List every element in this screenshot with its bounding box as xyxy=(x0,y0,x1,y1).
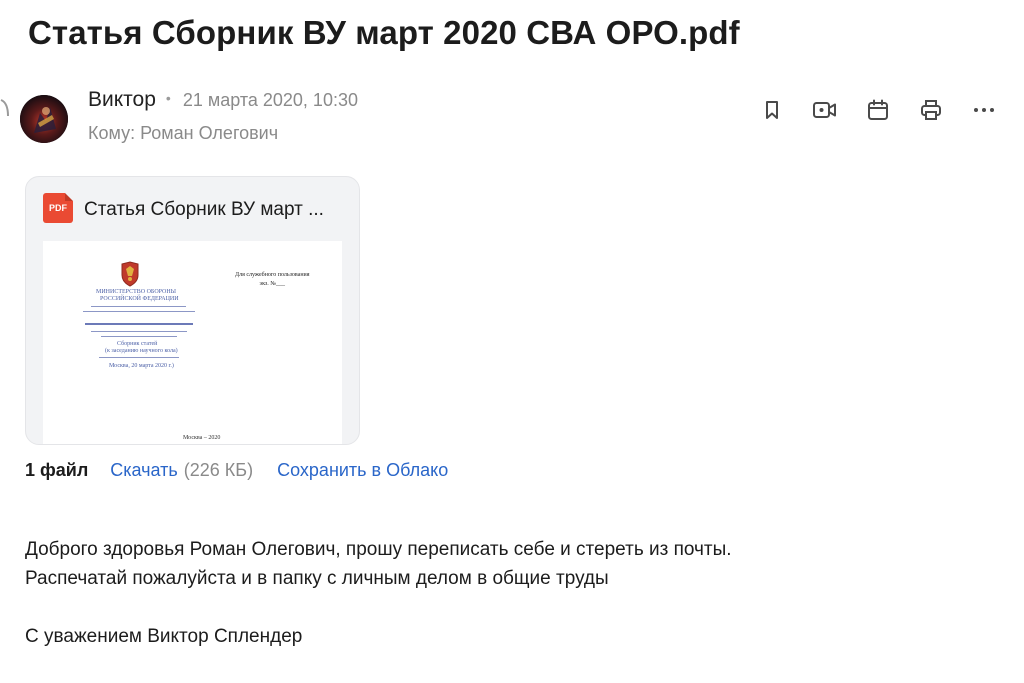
body-line: Доброго здоровья Роман Олегович, прошу п… xyxy=(25,539,732,560)
separator-dot: • xyxy=(165,90,171,106)
body-line: Распечатай пожалуйста и в папку с личным… xyxy=(25,568,609,589)
pdf-badge-label: PDF xyxy=(49,203,67,213)
preview-collection-line2: (к заседанию научного кола) xyxy=(105,348,178,354)
preview-ministry-line1: МИНИСТЕРСТВО ОБОРОНЫ xyxy=(96,289,176,295)
message-toolbar xyxy=(756,94,1000,126)
more-button[interactable] xyxy=(968,94,1000,126)
preview-text-line xyxy=(101,336,177,337)
video-call-button[interactable] xyxy=(809,94,841,126)
download-link[interactable]: Скачать xyxy=(110,460,178,481)
preview-text-line xyxy=(99,357,179,358)
preview-ministry-line2: РОССИЙСКОЙ ФЕДЕРАЦИИ xyxy=(100,296,179,302)
sender-avatar[interactable] xyxy=(20,95,68,143)
print-button[interactable] xyxy=(915,94,947,126)
reply-arrow-icon[interactable] xyxy=(0,96,10,118)
sent-date: 21 марта 2020, 10:30 xyxy=(182,90,358,110)
more-icon xyxy=(974,108,994,112)
video-call-icon xyxy=(813,102,836,118)
print-icon xyxy=(921,100,941,120)
preview-city-date: Москва, 20 марта 2020 г.) xyxy=(109,363,174,369)
message-body: Доброго здоровья Роман Олегович, прошу п… xyxy=(25,535,732,651)
file-size: (226 КБ) xyxy=(183,460,254,480)
calendar-button[interactable] xyxy=(862,94,894,126)
attachment-name: Статья Сборник ВУ март ... xyxy=(84,199,324,220)
preview-text-line xyxy=(91,306,186,307)
preview-text-line xyxy=(85,323,193,325)
email-subject: Статья Сборник ВУ март 2020 СВА ОРО.pdf xyxy=(28,14,740,51)
attachment-preview[interactable]: Для служебного пользования экз. №___ МИН… xyxy=(43,241,342,444)
calendar-icon xyxy=(868,99,888,120)
preview-top-right-line1: Для служебного пользования xyxy=(235,272,310,278)
attachment-card[interactable]: PDF Статья Сборник ВУ март ... Для служе… xyxy=(25,176,360,445)
preview-text-line xyxy=(91,331,187,332)
sender-line: Виктор • 21 марта 2020, 10:30 xyxy=(88,88,358,112)
signature: С уважением Виктор Сплендер xyxy=(25,626,303,647)
pdf-file-icon: PDF xyxy=(43,193,73,223)
preview-classification: Для служебного пользования экз. №___ xyxy=(235,271,310,289)
emblem-icon xyxy=(121,261,139,287)
bookmark-button[interactable] xyxy=(756,94,788,126)
preview-footer: Москва – 2020 xyxy=(183,435,221,441)
bookmark-icon xyxy=(766,101,778,119)
email-view: Статья Сборник ВУ март 2020 СВА ОРО.pdf … xyxy=(0,0,1024,683)
recipient-line[interactable]: Кому: Роман Олегович xyxy=(88,123,278,144)
attachment-actions: 1 файл Скачать (226 КБ) Сохранить в Обла… xyxy=(25,460,448,481)
preview-text-line xyxy=(83,311,195,312)
files-count: 1 файл xyxy=(25,460,89,480)
sender-name[interactable]: Виктор xyxy=(88,88,156,112)
save-to-cloud-link[interactable]: Сохранить в Облако xyxy=(277,460,448,481)
preview-collection-line1: Сборник статей xyxy=(117,341,158,347)
preview-top-right-line2: экз. №___ xyxy=(259,281,286,287)
